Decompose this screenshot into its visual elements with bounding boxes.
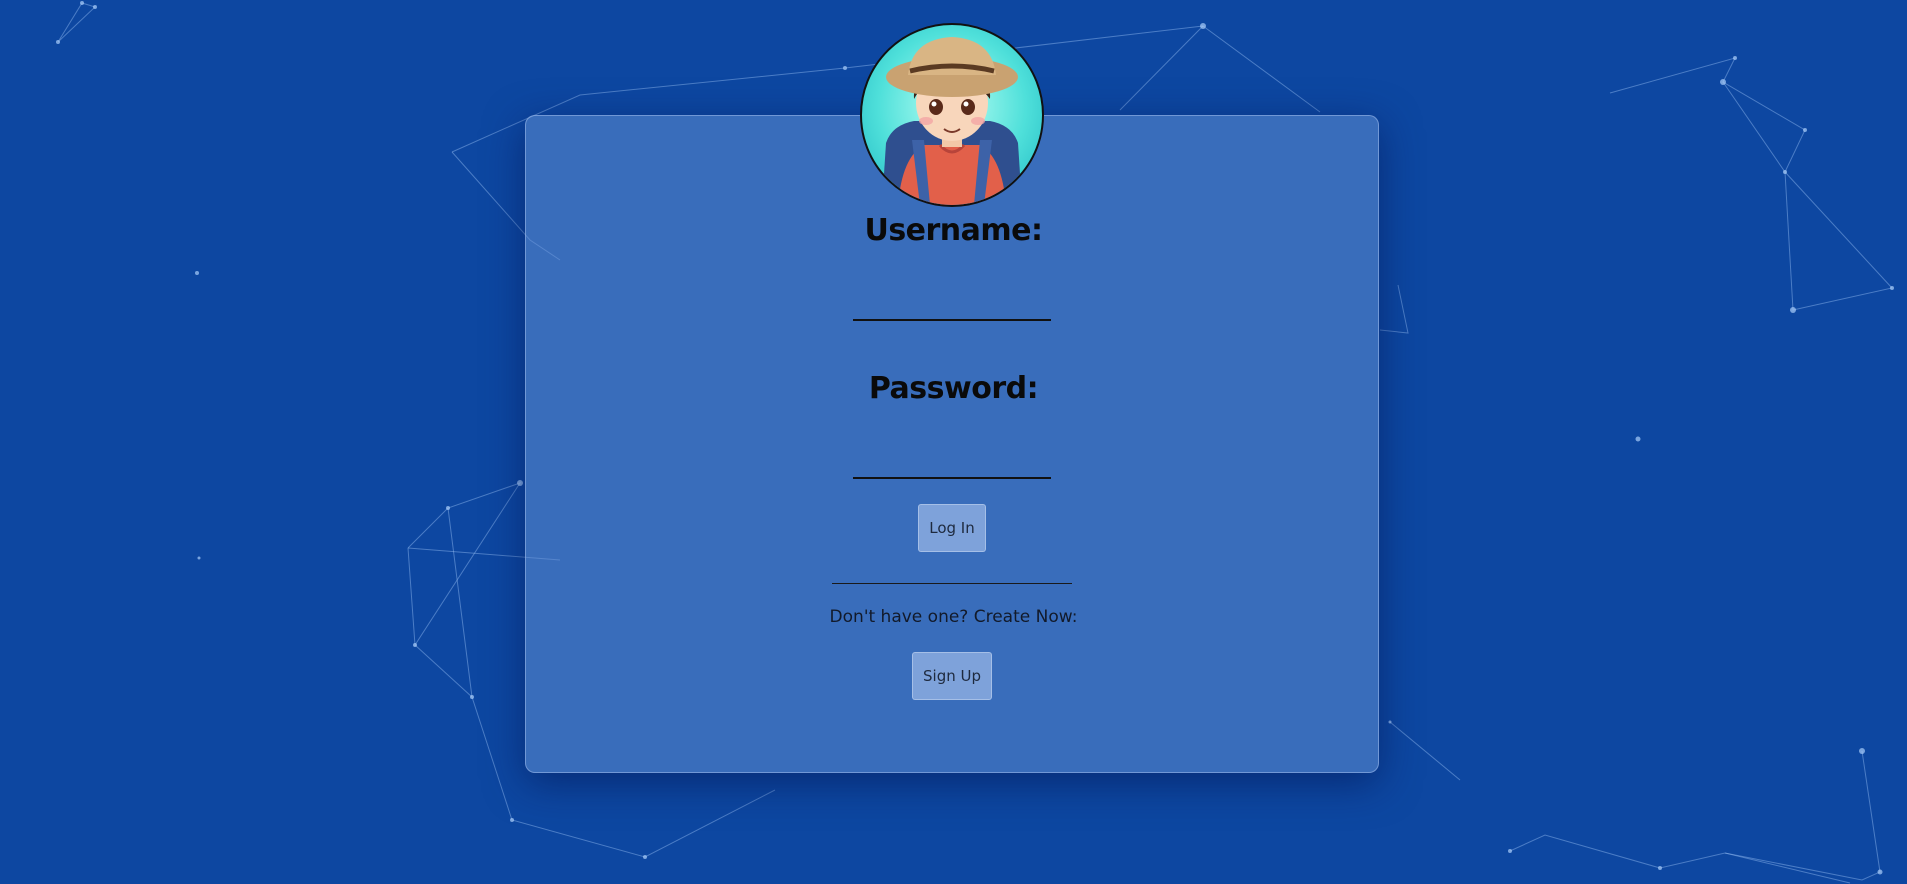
password-label: Password:: [868, 371, 1039, 406]
login-button[interactable]: Log In: [918, 504, 986, 552]
avatar: [860, 23, 1044, 207]
signup-button[interactable]: Sign Up: [912, 652, 992, 700]
username-label: Username:: [864, 213, 1043, 248]
avatar-icon: [882, 37, 1022, 205]
username-input[interactable]: [853, 287, 1051, 321]
signup-prompt: Don't have one? Create Now:: [829, 607, 1078, 627]
password-input[interactable]: [853, 445, 1051, 479]
divider: [832, 583, 1072, 584]
